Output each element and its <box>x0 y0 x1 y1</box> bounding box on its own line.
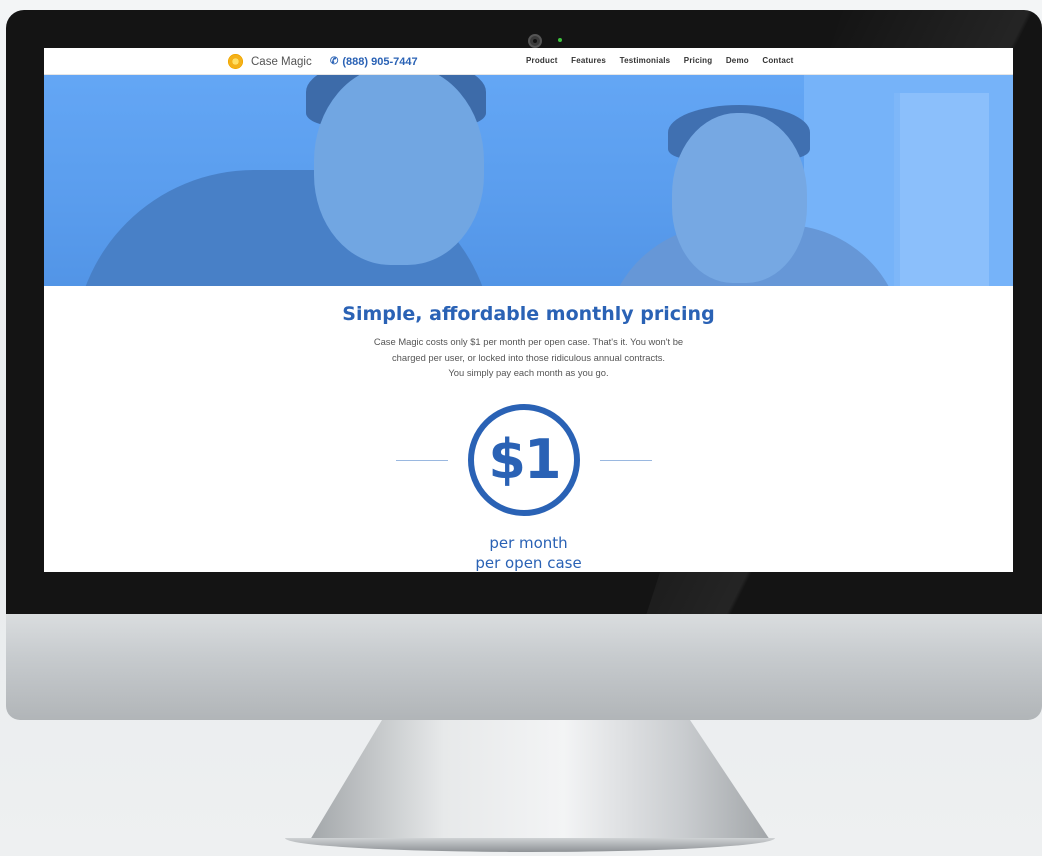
nav-link-demo[interactable]: Demo <box>726 56 749 65</box>
nav-link-testimonials[interactable]: Testimonials <box>620 56 671 65</box>
phone-icon: ✆ <box>330 56 339 67</box>
monitor-stand-base <box>285 838 775 852</box>
price-unit-line: per open case <box>475 554 582 572</box>
pricing-description-line: charged per user, or locked into those r… <box>391 351 666 363</box>
price-unit-line: per month <box>489 534 568 552</box>
sun-logo-icon <box>228 54 243 69</box>
price-badge-row: $1 <box>44 404 1013 524</box>
site-logo[interactable]: Case Magic <box>228 53 312 70</box>
nav-link-features[interactable]: Features <box>571 56 606 65</box>
top-navigation-bar: Case Magic ✆ (888) 905-7447 Product Feat… <box>44 48 1013 75</box>
website-screen: Case Magic ✆ (888) 905-7447 Product Feat… <box>44 48 1013 572</box>
hero-photo <box>44 75 1013 286</box>
nav-link-contact[interactable]: Contact <box>762 56 793 65</box>
monitor-stand <box>310 720 770 840</box>
price-amount: $1 <box>488 428 561 491</box>
monitor-chin <box>6 614 1042 720</box>
webcam-icon <box>528 34 542 48</box>
nav-link-pricing[interactable]: Pricing <box>684 56 713 65</box>
nav-link-product[interactable]: Product <box>526 56 558 65</box>
phone-link[interactable]: ✆ (888) 905-7447 <box>330 53 418 70</box>
price-divider-right <box>600 460 652 461</box>
pricing-description: Case Magic costs only $1 per month per o… <box>328 334 729 381</box>
hero-blue-overlay <box>44 75 1013 286</box>
pricing-headline: Simple, affordable monthly pricing <box>342 303 715 325</box>
pricing-description-line: You simply pay each month as you go. <box>448 367 609 378</box>
phone-number: (888) 905-7447 <box>342 55 418 68</box>
logo-text: Case Magic <box>251 55 312 68</box>
price-circle: $1 <box>468 404 580 516</box>
pricing-section: Simple, affordable monthly pricing Case … <box>44 286 1013 572</box>
pricing-description-line: Case Magic costs only $1 per month per o… <box>373 336 684 347</box>
price-divider-left <box>396 460 448 461</box>
monitor-mockup: Case Magic ✆ (888) 905-7447 Product Feat… <box>0 0 1042 856</box>
nav-links: Product Features Testimonials Pricing De… <box>526 56 807 65</box>
camera-led-indicator <box>558 38 562 42</box>
